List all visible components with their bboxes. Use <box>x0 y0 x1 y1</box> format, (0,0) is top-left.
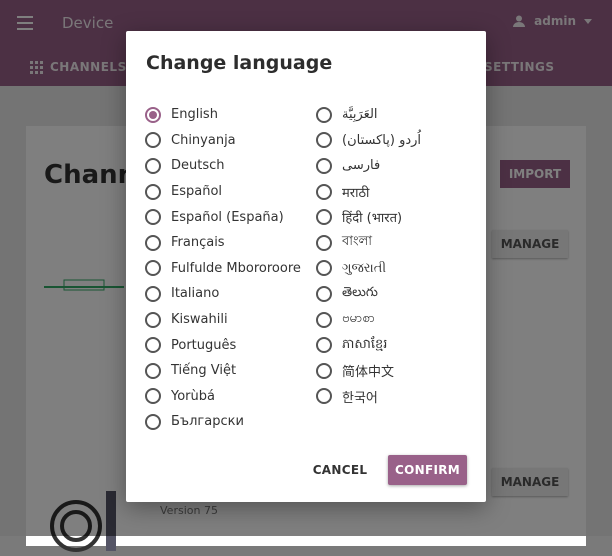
language-label: فارسی <box>342 158 381 174</box>
radio-button[interactable] <box>316 132 332 149</box>
radio-button[interactable] <box>316 311 332 328</box>
radio-button[interactable] <box>316 260 332 277</box>
language-label: मराठी <box>342 185 370 201</box>
language-label: Deutsch <box>171 158 225 174</box>
language-option[interactable]: తెలుగు <box>316 281 421 307</box>
language-label: Tiếng Việt <box>171 363 237 379</box>
language-label: ភាសាខ្មែរ <box>342 336 388 352</box>
language-option[interactable]: Italiano <box>145 281 301 307</box>
language-label: Español <box>171 184 223 200</box>
language-label: اُردو (پاکستان) <box>342 132 422 148</box>
radio-button[interactable] <box>145 260 161 277</box>
radio-button[interactable] <box>316 337 332 354</box>
radio-button[interactable] <box>145 413 161 430</box>
radio-button[interactable] <box>145 157 161 174</box>
language-label: English <box>171 107 218 123</box>
radio-button[interactable] <box>316 183 332 200</box>
language-option[interactable]: Tiếng Việt <box>145 358 301 384</box>
language-option[interactable]: Español <box>145 179 301 205</box>
language-option[interactable]: English <box>145 102 301 128</box>
language-label: العَرَبِيَّة <box>342 107 378 123</box>
radio-button[interactable] <box>145 311 161 328</box>
dialog-title: Change language <box>146 52 333 74</box>
radio-button[interactable] <box>316 362 332 379</box>
language-option[interactable]: ភាសាខ្មែរ <box>316 332 421 358</box>
radio-button[interactable] <box>145 209 161 226</box>
language-option[interactable]: ဗမာစာ <box>316 307 421 333</box>
language-label: Kiswahili <box>171 312 228 328</box>
radio-button[interactable] <box>145 183 161 200</box>
radio-button[interactable] <box>316 234 332 251</box>
language-option[interactable]: Chinyanja <box>145 128 301 154</box>
language-option[interactable]: ગુજરાતી <box>316 256 421 282</box>
language-option[interactable]: मराठी <box>316 179 421 205</box>
language-label: ဗမာစာ <box>342 311 375 327</box>
language-column-2: العَرَبِيَّة اُردو (پاکستان) فارسی मराठी हिं… <box>316 102 421 409</box>
radio-button[interactable] <box>316 157 332 174</box>
language-label: Français <box>171 235 225 251</box>
language-option[interactable]: Português <box>145 332 301 358</box>
language-option[interactable]: العَرَبِيَّة <box>316 102 421 128</box>
language-option[interactable]: Български <box>145 409 301 435</box>
radio-button[interactable] <box>316 209 332 226</box>
language-label: Fulfulde Mbororoore <box>171 260 301 276</box>
language-label: বাংলা <box>342 234 373 250</box>
language-option[interactable]: اُردو (پاکستان) <box>316 128 421 154</box>
language-option[interactable]: Deutsch <box>145 153 301 179</box>
language-label: Italiano <box>171 286 220 302</box>
language-option[interactable]: Kiswahili <box>145 307 301 333</box>
language-option[interactable]: Yorùbá <box>145 384 301 410</box>
language-option[interactable]: 한국어 <box>316 384 421 410</box>
radio-button[interactable] <box>145 106 161 123</box>
radio-button[interactable] <box>145 234 161 251</box>
language-option[interactable]: বাংলা <box>316 230 421 256</box>
language-option[interactable]: Français <box>145 230 301 256</box>
language-label: 简体中文 <box>342 365 395 381</box>
language-label: Български <box>171 414 244 430</box>
language-label: Yorùbá <box>171 388 215 404</box>
radio-button[interactable] <box>145 362 161 379</box>
language-option[interactable]: Fulfulde Mbororoore <box>145 256 301 282</box>
language-option[interactable]: हिंदी (भारत) <box>316 204 421 230</box>
radio-button[interactable] <box>145 132 161 149</box>
cancel-button[interactable]: CANCEL <box>308 455 372 485</box>
radio-button[interactable] <box>316 285 332 302</box>
language-label: 한국어 <box>342 390 378 406</box>
language-label: Español (España) <box>171 209 284 225</box>
language-label: Chinyanja <box>171 132 236 148</box>
language-option[interactable]: فارسی <box>316 153 421 179</box>
language-label: ગુજરાતી <box>342 260 387 276</box>
language-column-1: English Chinyanja Deutsch Español Español (E… <box>145 102 301 435</box>
change-language-dialog: Change language English Chinyanja Deutsch E… <box>126 31 486 502</box>
radio-button[interactable] <box>316 388 332 405</box>
language-label: Português <box>171 337 237 353</box>
language-option[interactable]: 简体中文 <box>316 358 421 384</box>
radio-button[interactable] <box>145 388 161 405</box>
radio-button[interactable] <box>316 106 332 123</box>
language-option[interactable]: Español (España) <box>145 204 301 230</box>
radio-button[interactable] <box>145 337 161 354</box>
language-label: हिंदी (भारत) <box>342 211 403 227</box>
language-label: తెలుగు <box>342 284 378 300</box>
confirm-button[interactable]: CONFIRM <box>388 455 467 485</box>
radio-button[interactable] <box>145 285 161 302</box>
